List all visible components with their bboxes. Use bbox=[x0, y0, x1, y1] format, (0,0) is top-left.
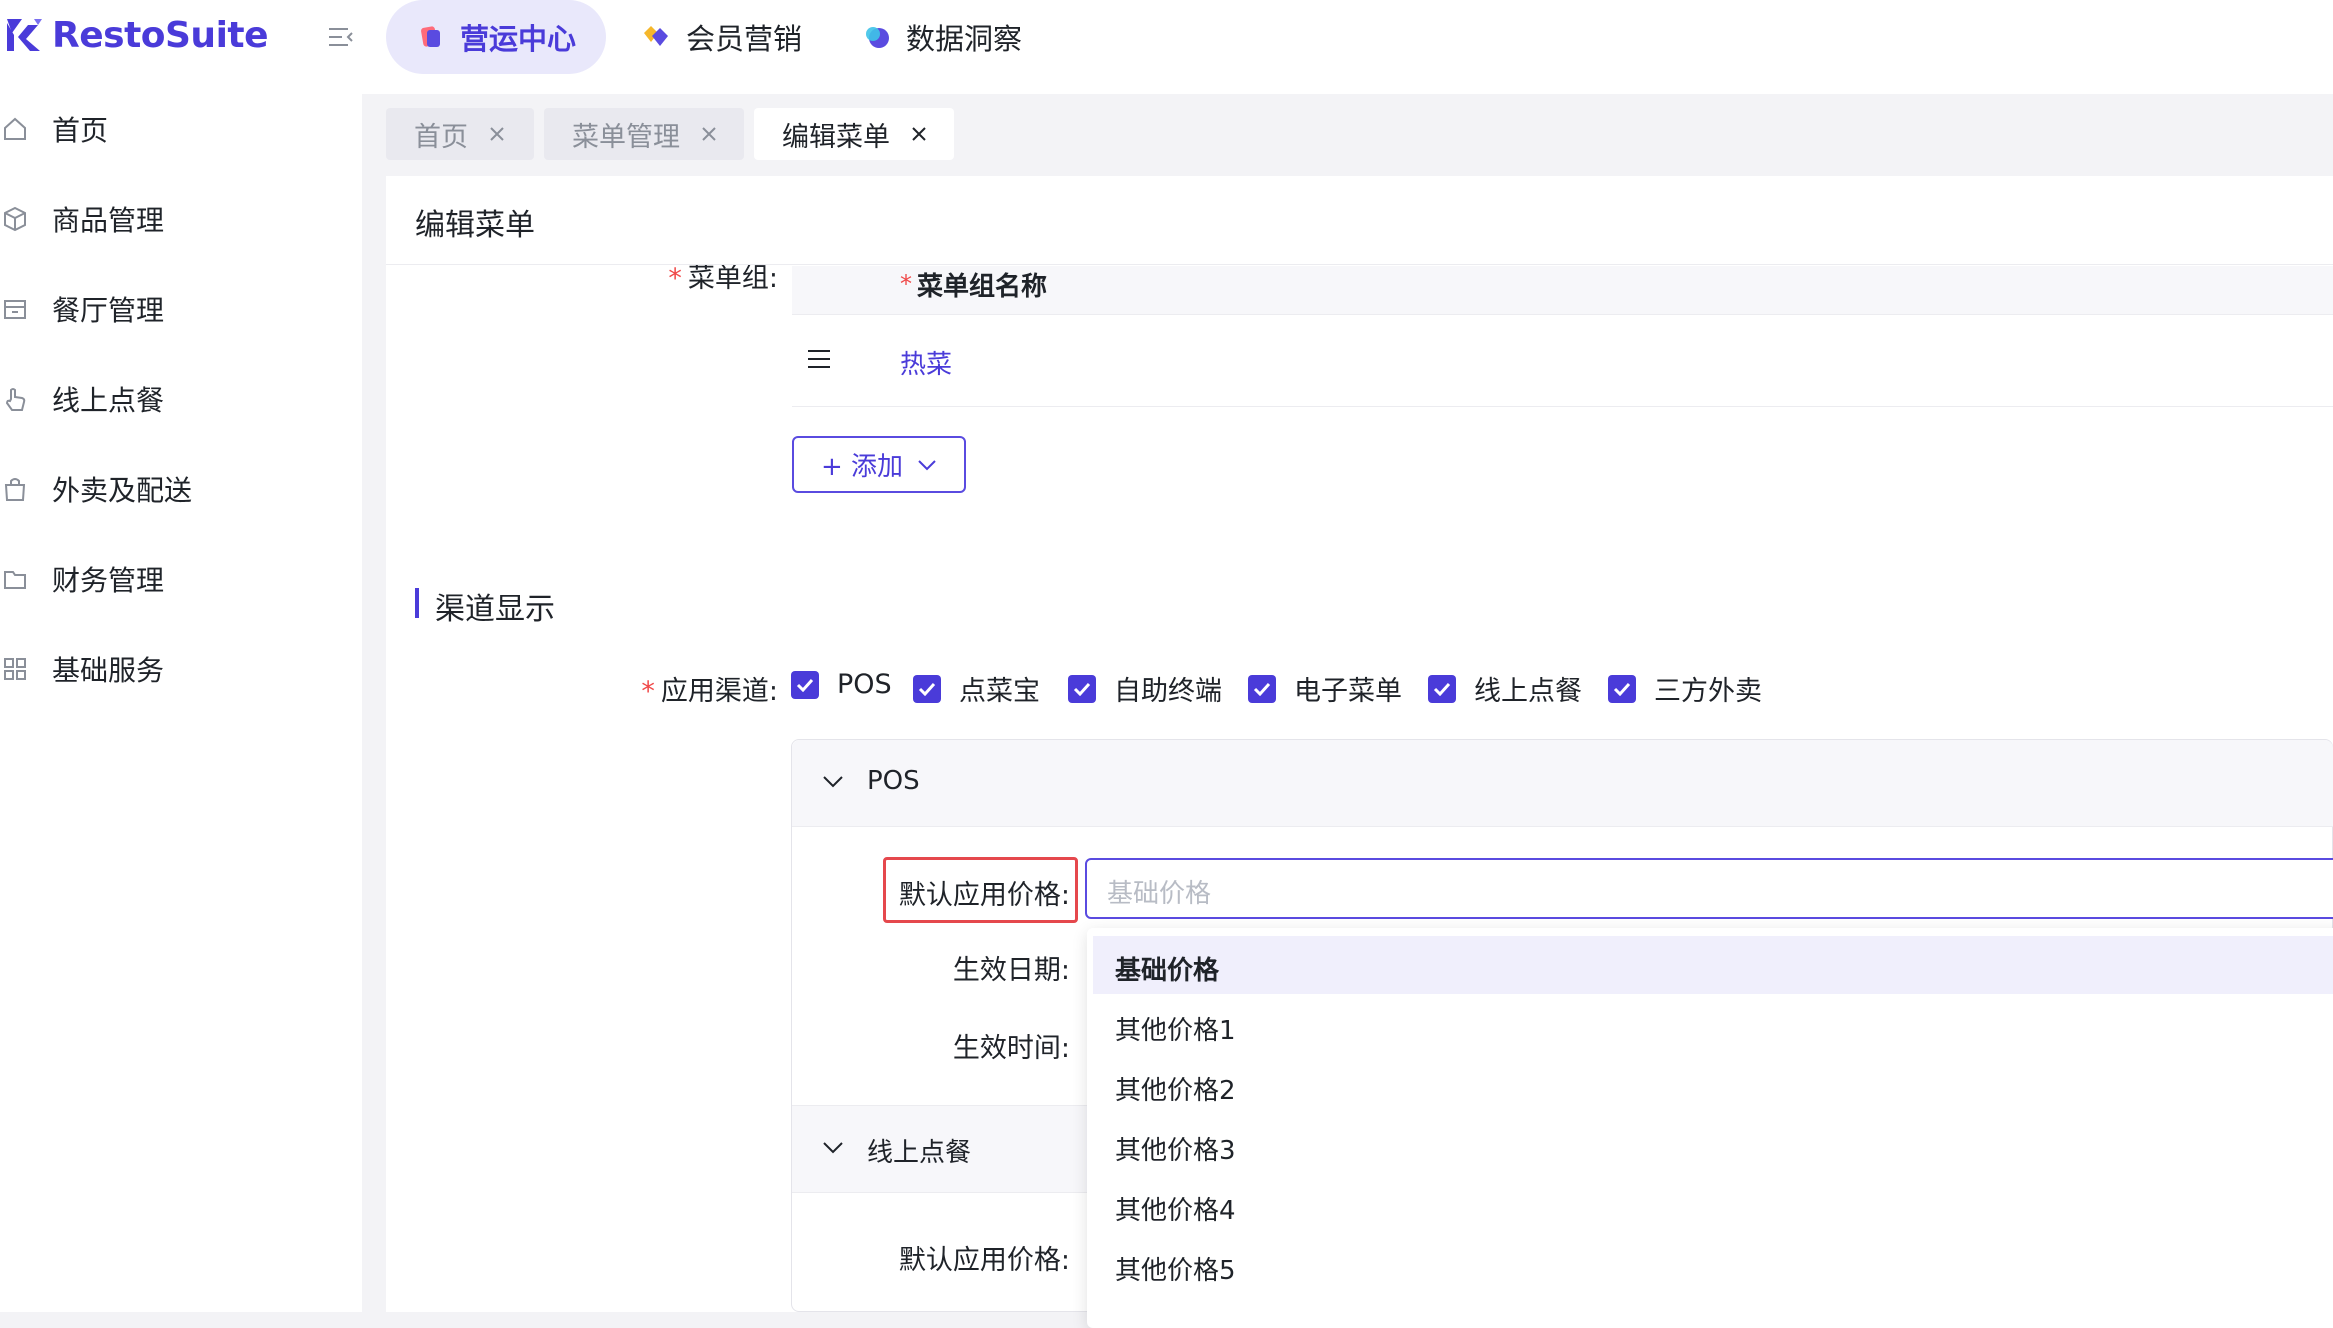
table-row: 热菜 bbox=[792, 314, 2333, 407]
channel-checkbox-online-ordering[interactable]: 线上点餐 bbox=[1428, 669, 1582, 708]
dropdown-option[interactable]: 其他价格5 bbox=[1093, 1236, 2333, 1294]
checkbox-label: POS bbox=[837, 669, 892, 700]
shopping-bag-icon bbox=[4, 478, 26, 501]
sidebar-item-label: 财务管理 bbox=[52, 564, 165, 597]
dropdown-option[interactable]: 其他价格3 bbox=[1093, 1116, 2333, 1174]
card-header bbox=[386, 176, 2333, 265]
tab-label: 首页 bbox=[414, 121, 468, 153]
chevron-down-icon bbox=[823, 1142, 843, 1154]
sidebar-item-label: 商品管理 bbox=[52, 204, 165, 237]
grid-icon bbox=[4, 658, 26, 680]
checkbox-label: 电子菜单 bbox=[1294, 676, 1402, 707]
sidebar-item-label: 线上点餐 bbox=[52, 384, 165, 417]
add-menu-group-button[interactable]: + 添加 bbox=[792, 436, 966, 493]
channel-checkbox-diancaibao[interactable]: 点菜宝 bbox=[913, 669, 1040, 708]
menu-group-name-column: 菜单组名称 bbox=[917, 272, 1048, 302]
checkbox-label: 自助终端 bbox=[1114, 676, 1222, 707]
pos-panel-title: POS bbox=[867, 766, 920, 796]
topnav-label: 数据洞察 bbox=[906, 22, 1023, 56]
channel-checkbox-pos[interactable]: POS bbox=[791, 669, 892, 700]
effective-date-label: 生效日期: bbox=[952, 955, 1070, 986]
close-icon[interactable] bbox=[700, 125, 718, 143]
dropdown-option[interactable]: 其他价格4 bbox=[1093, 1176, 2333, 1234]
sidebar-item-products[interactable]: 商品管理 bbox=[0, 184, 362, 254]
menu-group-name-link[interactable]: 热菜 bbox=[900, 344, 952, 381]
close-icon[interactable] bbox=[910, 125, 928, 143]
cube-icon bbox=[4, 206, 26, 232]
member-marketing-icon bbox=[644, 26, 668, 46]
add-button-label: + 添加 bbox=[820, 452, 904, 482]
checkbox-checked-icon bbox=[1608, 674, 1636, 703]
sidebar-item-label: 外卖及配送 bbox=[52, 474, 193, 507]
drag-handle-icon[interactable] bbox=[806, 348, 832, 370]
channel-checkbox-third-party-delivery[interactable]: 三方外卖 bbox=[1608, 669, 1762, 708]
tab-label: 菜单管理 bbox=[572, 121, 680, 153]
checkbox-label: 三方外卖 bbox=[1654, 676, 1762, 707]
dropdown-option[interactable]: 基础价格 bbox=[1093, 936, 2333, 994]
folder-icon bbox=[4, 571, 26, 589]
pos-panel-header[interactable]: POS bbox=[792, 740, 2333, 827]
sidebar-item-home[interactable]: 首页 bbox=[0, 94, 362, 164]
collapse-sidebar-icon[interactable] bbox=[326, 22, 356, 52]
restosuite-logo-icon bbox=[7, 19, 42, 51]
sidebar-item-label: 首页 bbox=[52, 114, 109, 147]
tab-menu-management[interactable]: 菜单管理 bbox=[544, 108, 744, 160]
checkbox-checked-icon bbox=[1068, 674, 1096, 703]
checkbox-checked-icon bbox=[791, 670, 819, 699]
default-price-select[interactable]: 基础价格 bbox=[1085, 858, 2333, 919]
topnav-data-insight[interactable]: 数据洞察 bbox=[832, 0, 1052, 74]
home-icon bbox=[4, 117, 26, 140]
section-title: 渠道显示 bbox=[435, 592, 555, 627]
menu-group-table-header: * 菜单组名称 bbox=[792, 266, 2333, 315]
sidebar-item-online-ordering[interactable]: 线上点餐 bbox=[0, 364, 362, 434]
topnav-label: 营运中心 bbox=[460, 22, 577, 56]
store-icon bbox=[4, 300, 26, 319]
tab-edit-menu[interactable]: 编辑菜单 bbox=[754, 108, 954, 160]
sidebar: 首页 商品管理 餐厅管理 线上点餐 外卖及配送 财务管理 基础服务 bbox=[0, 94, 362, 1312]
chevron-down-icon bbox=[823, 776, 843, 788]
hand-pointer-icon bbox=[5, 388, 26, 411]
price-select-placeholder: 基础价格 bbox=[1107, 879, 1212, 909]
topnav-member-marketing[interactable]: 会员营销 bbox=[610, 0, 832, 74]
online-default-price-label: 默认应用价格: bbox=[898, 1245, 1070, 1276]
tab-home[interactable]: 首页 bbox=[386, 108, 534, 160]
sidebar-item-finance[interactable]: 财务管理 bbox=[0, 544, 362, 614]
checkbox-checked-icon bbox=[1428, 674, 1456, 703]
effective-time-label: 生效时间: bbox=[952, 1033, 1070, 1064]
tab-label: 编辑菜单 bbox=[782, 121, 890, 153]
checkbox-checked-icon bbox=[913, 674, 941, 703]
channel-checkbox-e-menu[interactable]: 电子菜单 bbox=[1248, 669, 1402, 708]
page-title: 编辑菜单 bbox=[415, 208, 535, 243]
sidebar-item-basic-services[interactable]: 基础服务 bbox=[0, 634, 362, 704]
section-marker bbox=[415, 588, 419, 618]
channel-label: * 应用渠道: bbox=[641, 676, 778, 707]
data-insight-icon bbox=[866, 27, 889, 48]
checkbox-label: 线上点餐 bbox=[1474, 676, 1582, 707]
sidebar-item-label: 餐厅管理 bbox=[52, 294, 165, 327]
brand-logo[interactable]: RestoSuite bbox=[4, 10, 269, 60]
chevron-down-icon bbox=[918, 459, 936, 470]
brand-name: RestoSuite bbox=[52, 14, 269, 56]
dropdown-option[interactable]: 其他价格2 bbox=[1093, 1056, 2333, 1114]
topnav-label: 会员营销 bbox=[686, 22, 803, 56]
checkbox-checked-icon bbox=[1248, 674, 1276, 703]
dropdown-option[interactable]: 其他价格1 bbox=[1093, 996, 2333, 1054]
topnav-operations-center[interactable]: 营运中心 bbox=[386, 0, 607, 74]
online-panel-title: 线上点餐 bbox=[867, 1138, 972, 1168]
checkbox-label: 点菜宝 bbox=[959, 676, 1040, 707]
sidebar-item-restaurants[interactable]: 餐厅管理 bbox=[0, 274, 362, 344]
close-icon[interactable] bbox=[488, 125, 506, 143]
sidebar-item-delivery[interactable]: 外卖及配送 bbox=[0, 454, 362, 524]
sidebar-item-label: 基础服务 bbox=[52, 654, 165, 687]
operations-icon bbox=[421, 26, 440, 47]
channel-checkbox-kiosk[interactable]: 自助终端 bbox=[1068, 669, 1222, 708]
highlight-annotation bbox=[883, 857, 1078, 923]
